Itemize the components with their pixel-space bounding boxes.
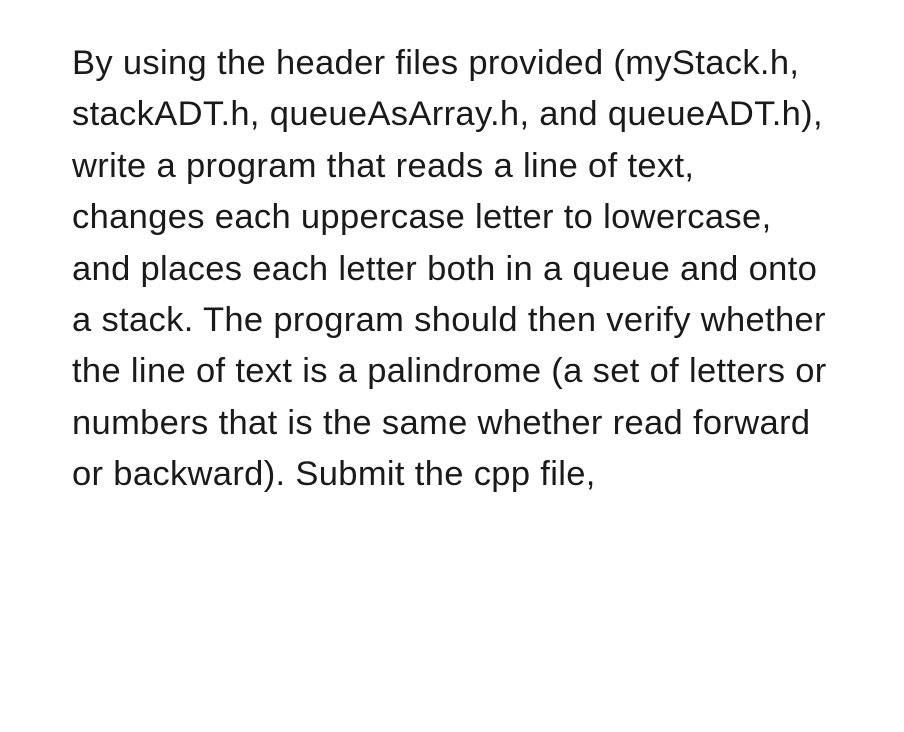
document-body: By using the header files provided (mySt… [72, 38, 832, 501]
body-text: By using the header files provided (mySt… [72, 44, 827, 493]
